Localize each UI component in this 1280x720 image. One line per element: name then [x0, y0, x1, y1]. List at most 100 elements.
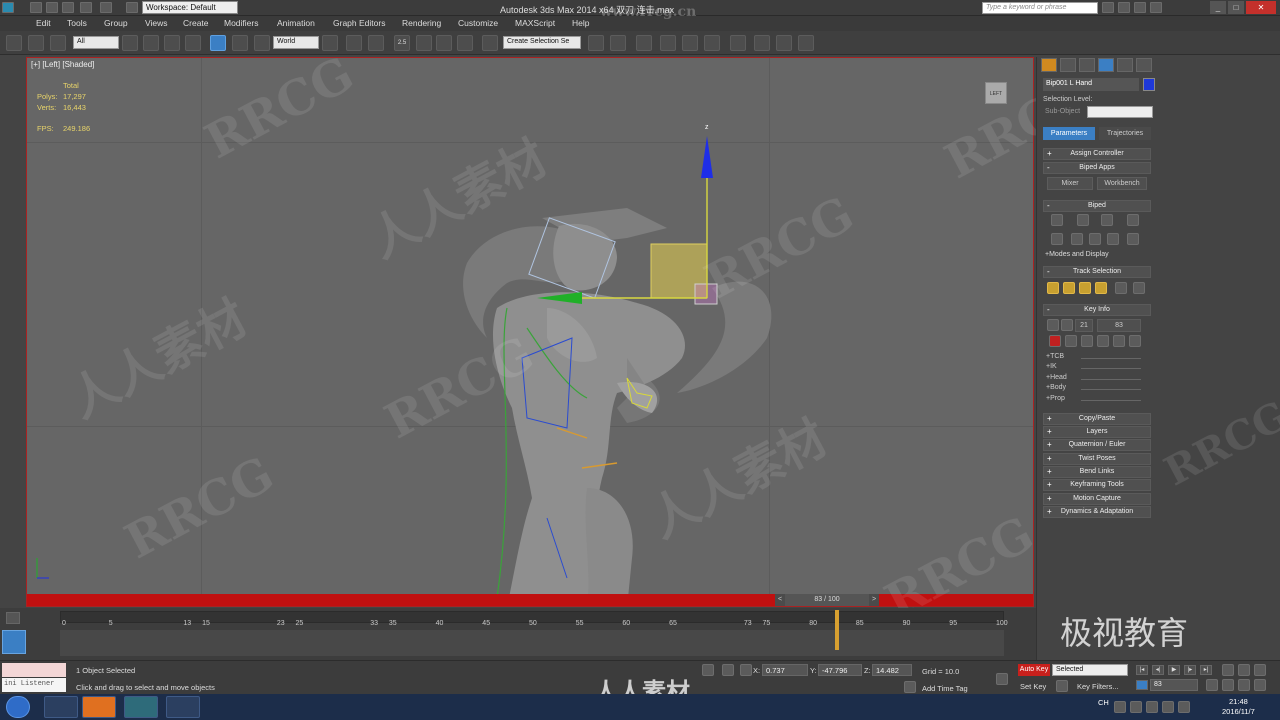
menu-modifiers[interactable]: Modifiers	[224, 18, 258, 28]
menu-tools[interactable]: Tools	[67, 18, 87, 28]
z-coord-field[interactable]: 14.482	[872, 664, 912, 676]
rollout-layers[interactable]: + Layers	[1043, 426, 1151, 438]
hierarchy-tab-icon[interactable]	[1079, 58, 1095, 72]
next-key-field[interactable]: 83	[1097, 319, 1141, 332]
rollout-track-selection[interactable]: - Track Selection	[1043, 266, 1151, 278]
taskbar-3dsmax-icon[interactable]	[124, 696, 158, 718]
render-setup-icon[interactable]	[754, 35, 770, 51]
window-crossing-icon[interactable]	[185, 35, 201, 51]
go-to-end-icon[interactable]: ▸|	[1200, 665, 1212, 675]
pan-view-icon[interactable]	[1238, 679, 1250, 691]
character-model[interactable]	[27, 58, 1034, 607]
mirror-icon[interactable]	[588, 35, 604, 51]
head-rollout[interactable]: +Head	[1046, 374, 1067, 381]
search-icon[interactable]	[1102, 2, 1114, 13]
rendered-frame-icon[interactable]	[776, 35, 792, 51]
symmetrical-icon[interactable]	[1115, 282, 1127, 294]
app-logo-icon[interactable]	[2, 2, 14, 13]
rollout-keyframing-tools[interactable]: + Keyframing Tools	[1043, 479, 1151, 491]
set-key-button[interactable]: Set Key	[1020, 682, 1046, 691]
zoom-icon[interactable]	[1222, 664, 1234, 676]
rollout-quaternion-euler[interactable]: + Quaternion / Euler	[1043, 439, 1151, 451]
save-file-icon[interactable]	[1089, 233, 1101, 245]
lock-com-keying-icon[interactable]	[1095, 282, 1107, 294]
utilities-tab-icon[interactable]	[1136, 58, 1152, 72]
mixer-mode-icon[interactable]	[1127, 214, 1139, 226]
tcb-rollout[interactable]: +TCB	[1046, 353, 1064, 360]
select-and-rotate-icon[interactable]	[232, 35, 248, 51]
key-filter-set-dropdown[interactable]: Selected	[1052, 664, 1128, 676]
close-button[interactable]: ✕	[1246, 1, 1276, 14]
y-coord-field[interactable]: -47.796	[818, 664, 862, 676]
tab-parameters[interactable]: Parameters	[1043, 127, 1095, 140]
workspace-dropdown[interactable]: Workspace: Default	[142, 1, 238, 14]
key-mode-toggle-icon[interactable]	[1136, 680, 1148, 690]
workbench-button[interactable]: Workbench	[1097, 177, 1147, 190]
open-file-icon[interactable]	[46, 2, 58, 13]
next-key-icon[interactable]	[1061, 319, 1073, 331]
set-key-icon[interactable]	[1049, 335, 1061, 347]
menu-maxscript[interactable]: MAXScript	[515, 18, 555, 28]
motion-tab-icon[interactable]	[1098, 58, 1114, 72]
mini-curve-editor-icon[interactable]	[2, 630, 26, 654]
select-manipulate-icon[interactable]	[346, 35, 362, 51]
maxscript-mini-listener[interactable]	[2, 663, 66, 677]
menu-group[interactable]: Group	[104, 18, 128, 28]
pivot-center-icon[interactable]	[322, 35, 338, 51]
prev-key-field[interactable]: 21	[1075, 319, 1093, 332]
taskbar-explorer-icon[interactable]	[44, 696, 78, 718]
rollout-biped-apps[interactable]: - Biped Apps	[1043, 162, 1151, 174]
ik-rollout[interactable]: +IK	[1046, 363, 1057, 370]
absolute-mode-icon[interactable]	[740, 664, 752, 676]
time-tag-icon[interactable]	[904, 681, 916, 693]
biped-playback-icon[interactable]	[1051, 233, 1063, 245]
create-tab-icon[interactable]	[1041, 58, 1057, 72]
search-input[interactable]: Type a keyword or phrase	[982, 2, 1098, 14]
object-color-swatch[interactable]	[1143, 78, 1155, 91]
prev-key-icon[interactable]	[1047, 319, 1059, 331]
set-free-key-icon[interactable]	[1113, 335, 1125, 347]
schematic-view-icon[interactable]	[704, 35, 720, 51]
x-coord-field[interactable]: 0.737	[762, 664, 808, 676]
time-configuration-icon[interactable]	[1206, 679, 1218, 691]
trajectories-icon[interactable]	[1129, 335, 1141, 347]
sub-object-dropdown[interactable]	[1087, 106, 1153, 118]
isolate-selection-icon[interactable]	[702, 664, 714, 676]
display-tab-icon[interactable]	[1117, 58, 1133, 72]
menu-edit[interactable]: Edit	[36, 18, 51, 28]
volume-icon[interactable]	[1178, 701, 1190, 713]
render-production-icon[interactable]	[798, 35, 814, 51]
rollout-bend-links[interactable]: + Bend Links	[1043, 466, 1151, 478]
favorites-icon[interactable]	[1134, 2, 1146, 13]
bind-space-warp-icon[interactable]	[50, 35, 66, 51]
new-file-icon[interactable]	[30, 2, 42, 13]
load-file-icon[interactable]	[1071, 233, 1083, 245]
time-slider-control[interactable]: < 83 / 100 >	[775, 594, 879, 606]
figure-mode-icon[interactable]	[1051, 214, 1063, 226]
move-all-mode-icon[interactable]	[1127, 233, 1139, 245]
set-sliding-key-icon[interactable]	[1097, 335, 1109, 347]
timeline[interactable]: 0 5 13 15 23 25 33 35 40 45 50 55 60 65 73 75 80 85 90 95 10…	[0, 608, 1036, 660]
zoom-all-icon[interactable]	[1238, 664, 1250, 676]
next-frame-icon[interactable]: |▸	[1184, 665, 1196, 675]
key-mode-icon[interactable]	[996, 673, 1008, 685]
viewport-left[interactable]: [+] [Left] [Shaded] Total Polys: 17,297 …	[26, 57, 1034, 607]
play-icon[interactable]: ▶	[1168, 665, 1180, 675]
redo-icon[interactable]	[100, 2, 112, 13]
rollout-twist-poses[interactable]: + Twist Poses	[1043, 453, 1151, 465]
object-name-field[interactable]: Bip001 L Hand	[1043, 78, 1139, 91]
rollout-motion-capture[interactable]: + Motion Capture	[1043, 493, 1151, 505]
maximize-viewport-icon[interactable]	[1254, 679, 1266, 691]
opposite-icon[interactable]	[1133, 282, 1145, 294]
tab-trajectories[interactable]: Trajectories	[1099, 127, 1151, 140]
select-object-icon[interactable]	[122, 35, 138, 51]
go-to-start-icon[interactable]: |◂	[1136, 665, 1148, 675]
body-horizontal-icon[interactable]	[1047, 282, 1059, 294]
select-and-move-icon[interactable]	[210, 35, 226, 51]
rollout-assign-controller[interactable]: + Assign Controller	[1043, 148, 1151, 160]
current-frame-field[interactable]: 83	[1150, 679, 1198, 691]
previous-frame-icon[interactable]: ◂|	[1152, 665, 1164, 675]
select-by-name-icon[interactable]	[143, 35, 159, 51]
material-editor-icon[interactable]	[730, 35, 746, 51]
zoom-extents-icon[interactable]	[1254, 664, 1266, 676]
